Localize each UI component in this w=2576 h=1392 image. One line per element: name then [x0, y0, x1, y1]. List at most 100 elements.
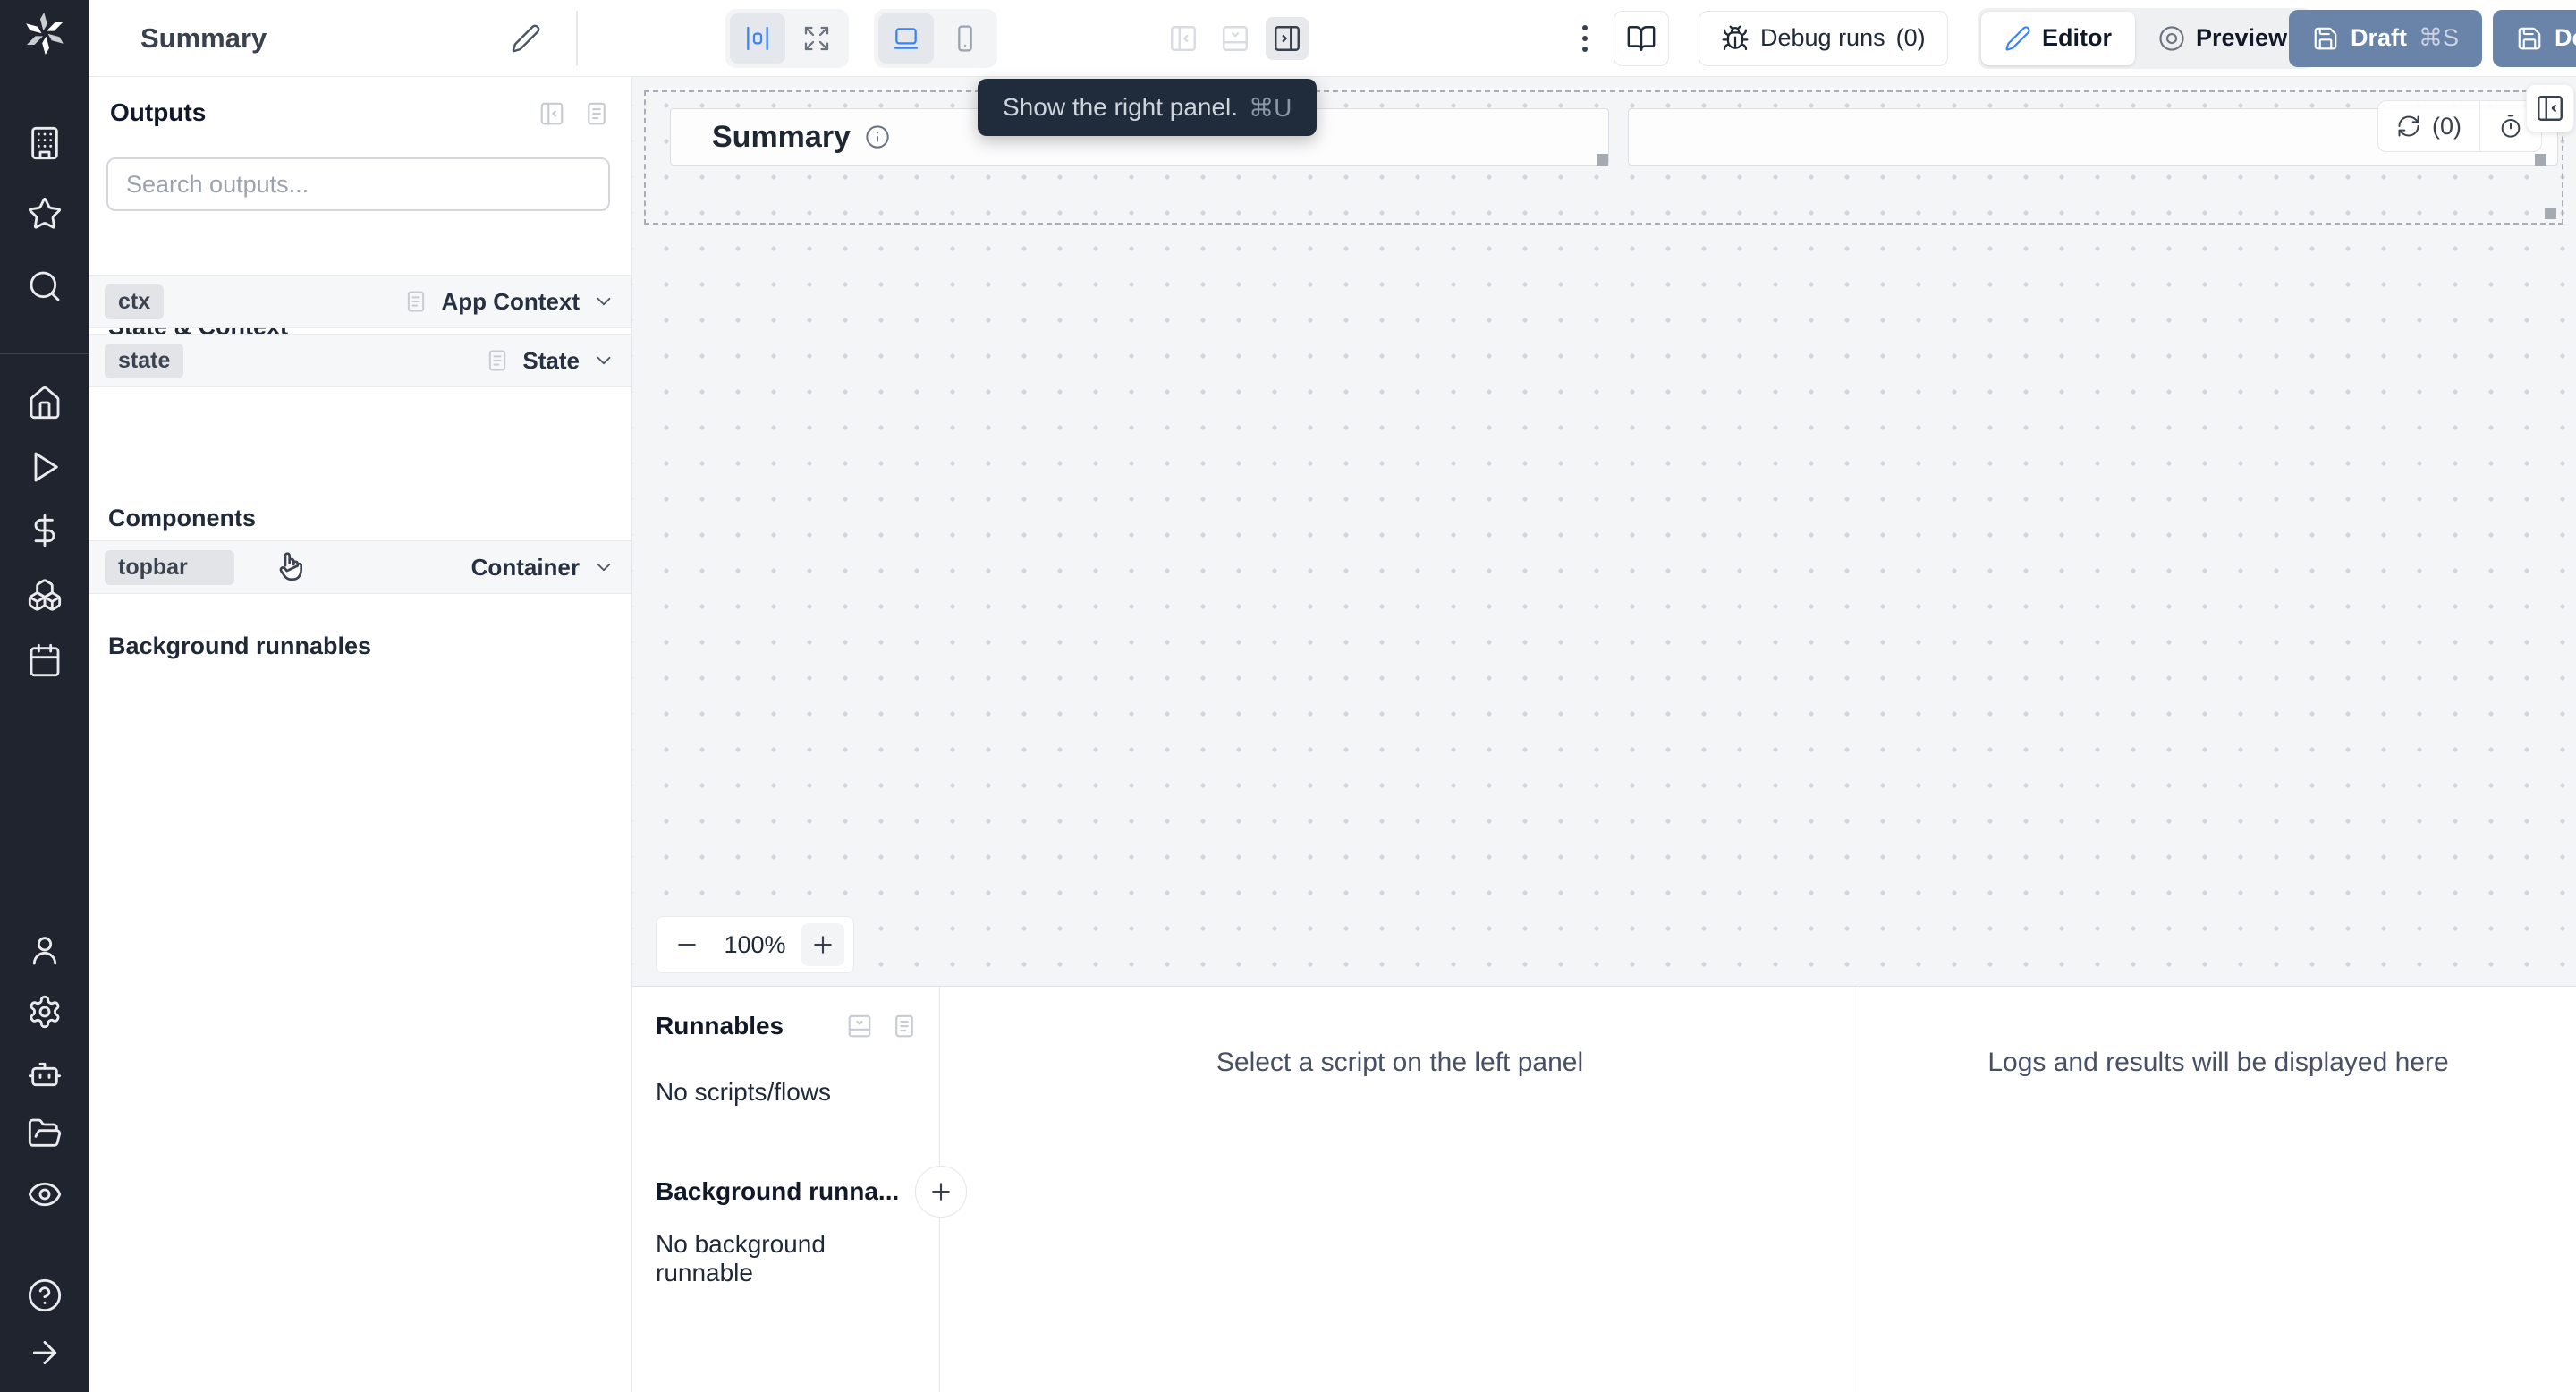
- canvas-summary-title: Summary: [712, 119, 851, 154]
- zoom-level: 100%: [724, 930, 786, 958]
- dollar-icon[interactable]: [27, 513, 63, 548]
- plus-icon[interactable]: [801, 923, 844, 966]
- canvas-refresh-group: (0): [2377, 100, 2542, 152]
- redo-icon[interactable]: [577, 28, 578, 66]
- resize-handle[interactable]: [2535, 154, 2546, 166]
- outputs-panel: Outputs State & Context ctx App Context …: [89, 77, 632, 1392]
- book-icon[interactable]: [1614, 10, 1669, 66]
- calendar-icon[interactable]: [27, 642, 63, 678]
- refresh-count: (0): [2432, 112, 2462, 140]
- no-background-runnable-text: No background runnable: [656, 1230, 826, 1286]
- runnables-title: Runnables: [656, 1012, 784, 1040]
- debug-runs-count: (0): [1895, 24, 1926, 51]
- undo-icon[interactable]: [577, 28, 578, 66]
- save-icon: [2314, 27, 2337, 49]
- expand-icon[interactable]: [789, 13, 844, 64]
- no-scripts-text: No scripts/flows: [656, 1078, 832, 1106]
- chevron-down-icon[interactable]: [592, 349, 615, 372]
- chevron-down-icon[interactable]: [592, 290, 615, 313]
- zoom-control: 100%: [656, 916, 854, 973]
- panel-right-icon[interactable]: [1266, 16, 1309, 60]
- windmill-logo[interactable]: [24, 12, 65, 59]
- pencil-icon[interactable]: [511, 23, 541, 54]
- ctx-badge[interactable]: ctx: [105, 284, 165, 319]
- align-center-icon[interactable]: [730, 13, 785, 64]
- folder-open-icon[interactable]: [27, 1116, 63, 1151]
- pencil-icon: [2005, 25, 2030, 51]
- smartphone-icon[interactable]: [937, 13, 993, 64]
- robot-icon[interactable]: [27, 1057, 63, 1092]
- doc-icon[interactable]: [891, 1013, 918, 1040]
- selected-topbar-container[interactable]: Summary: [644, 90, 2563, 225]
- draft-label: Draft: [2351, 24, 2408, 51]
- search-input[interactable]: [106, 157, 610, 211]
- script-editor-column: Select a script on the left panel: [940, 987, 1860, 1392]
- canvas-tools-group: [725, 8, 849, 68]
- debug-runs-label: Debug runs: [1760, 24, 1885, 51]
- save-icon: [2518, 27, 2541, 49]
- outputs-title: Outputs: [110, 98, 207, 126]
- doc-icon[interactable]: [583, 100, 610, 127]
- refresh-icon: [2398, 115, 2419, 137]
- section-background-runnables: Background runnables: [108, 632, 372, 659]
- user-icon[interactable]: [27, 932, 63, 968]
- doc-icon: [408, 291, 425, 312]
- left-icon-rail: [0, 0, 89, 1392]
- circle-dot-icon: [2159, 25, 2184, 51]
- search-icon[interactable]: [27, 268, 63, 304]
- windmill-app-editor: Summary Debug runs (0) Editor Preview Dr…: [0, 0, 2576, 1392]
- logs-placeholder: Logs and results will be displayed here: [1987, 1048, 2449, 1077]
- panel-bottom-icon[interactable]: [1214, 17, 1257, 60]
- mode-segmented-control: Editor Preview: [1978, 7, 2315, 69]
- resize-handle[interactable]: [2545, 208, 2556, 219]
- kebab-icon[interactable]: [1575, 18, 1595, 59]
- chevron-down-icon[interactable]: [592, 556, 615, 579]
- draft-shortcut: ⌘S: [2419, 24, 2460, 51]
- info-icon[interactable]: [865, 124, 890, 149]
- device-toggle-group: [874, 8, 997, 68]
- play-icon[interactable]: [27, 449, 63, 485]
- output-row-state[interactable]: state State: [89, 334, 631, 387]
- minus-icon[interactable]: [665, 923, 708, 966]
- tab-preview[interactable]: Preview: [2135, 12, 2310, 65]
- deploy-label: Deploy: [2555, 24, 2576, 51]
- deploy-button[interactable]: Deploy: [2493, 9, 2576, 67]
- outputs-header-icons: [538, 100, 610, 127]
- help-icon[interactable]: [27, 1277, 63, 1313]
- boxes-icon[interactable]: [27, 577, 63, 613]
- editor-label: Editor: [2042, 24, 2112, 51]
- doc-icon: [489, 350, 506, 371]
- home-icon[interactable]: [27, 385, 63, 420]
- collapse-right-panel-button[interactable]: [2526, 84, 2574, 132]
- arrow-right-icon[interactable]: [27, 1335, 63, 1371]
- select-script-placeholder: Select a script on the left panel: [1216, 1048, 1584, 1077]
- refresh-button[interactable]: (0): [2378, 101, 2479, 151]
- eye-icon[interactable]: [27, 1176, 63, 1212]
- panel-collapse-icon[interactable]: [846, 1013, 873, 1040]
- tooltip-shortcut: ⌘U: [1249, 93, 1292, 122]
- output-row-ctx[interactable]: ctx App Context: [89, 275, 631, 328]
- topbar-badge[interactable]: topbar: [105, 549, 234, 585]
- bug-icon: [1722, 25, 1749, 50]
- state-badge[interactable]: state: [105, 343, 184, 378]
- app-title: Summary: [140, 21, 267, 54]
- resize-handle[interactable]: [1597, 154, 1608, 166]
- logs-column: Logs and results will be displayed here: [1860, 987, 2576, 1392]
- background-runnables-title: Background runna...: [656, 1177, 900, 1205]
- preview-label: Preview: [2196, 24, 2288, 51]
- timer-icon: [2501, 115, 2521, 138]
- runnables-column: Runnables No scripts/flows Background ru…: [632, 987, 968, 1392]
- draft-button[interactable]: Draft ⌘S: [2289, 9, 2483, 67]
- star-icon[interactable]: [27, 196, 63, 232]
- tooltip-show-right-panel: Show the right panel. ⌘U: [978, 79, 1318, 136]
- panel-collapse-icon[interactable]: [538, 100, 565, 127]
- app-canvas[interactable]: Summary (0) 100%: [632, 77, 2576, 986]
- output-row-topbar[interactable]: topbar Container: [89, 540, 631, 594]
- panel-left-icon[interactable]: [1162, 17, 1205, 60]
- gear-icon[interactable]: [27, 994, 63, 1030]
- tab-editor[interactable]: Editor: [1981, 11, 2135, 65]
- laptop-icon[interactable]: [878, 13, 934, 64]
- building-icon[interactable]: [27, 125, 63, 161]
- debug-runs-button[interactable]: Debug runs (0): [1699, 10, 1948, 66]
- row-type-label: State: [522, 346, 580, 374]
